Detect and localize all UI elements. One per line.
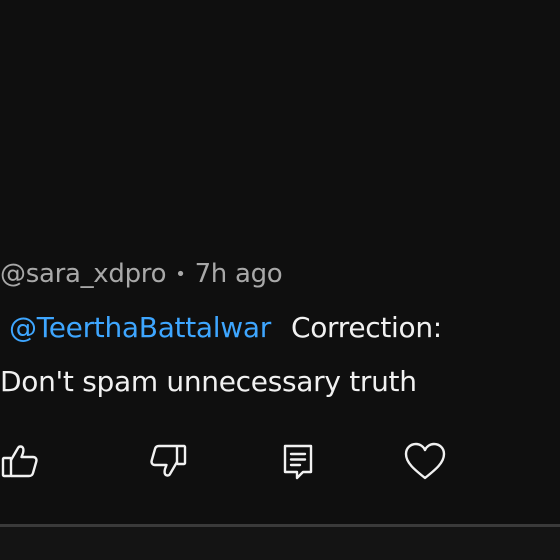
comment-text-line-1: @TeerthaBattalwar Correction: <box>0 307 560 347</box>
comment-meta: @sara_xdpro • 7h ago <box>0 254 560 294</box>
comment-icon <box>277 440 319 482</box>
thumbs-down-icon <box>146 440 188 482</box>
like-button[interactable] <box>0 438 44 484</box>
comment-time: 7h ago <box>194 259 283 289</box>
reply-button[interactable] <box>275 438 321 484</box>
comment-author[interactable]: @sara_xdpro <box>0 259 167 289</box>
comment-item: @sara_xdpro • 7h ago @TeerthaBattalwar C… <box>0 254 560 401</box>
comment-actions <box>0 438 560 488</box>
next-comment-edge <box>0 527 560 560</box>
comment-screen: @sara_xdpro • 7h ago @TeerthaBattalwar C… <box>0 0 560 560</box>
comment-text-part: Correction: <box>290 310 442 344</box>
meta-separator: • <box>175 263 186 285</box>
comment-text-line-2: Don't spam unnecessary truth <box>0 364 417 398</box>
dislike-button[interactable] <box>144 438 190 484</box>
thumbs-up-icon <box>0 440 42 482</box>
heart-icon <box>403 440 447 482</box>
mention-link[interactable]: @TeerthaBattalwar <box>9 311 271 344</box>
heart-button[interactable] <box>402 438 448 484</box>
